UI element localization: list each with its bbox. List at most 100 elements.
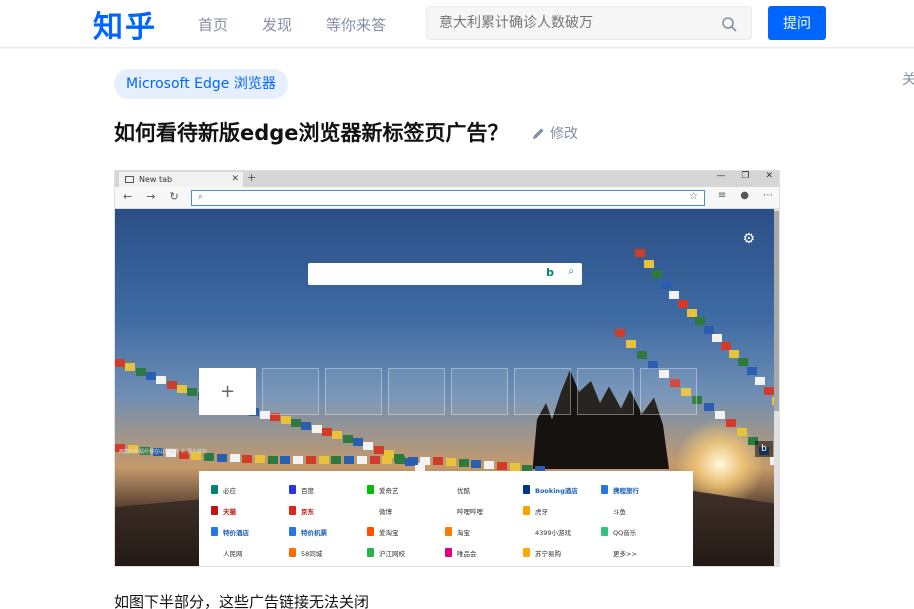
prayer-flag [458, 458, 469, 467]
ad-link-label: 哔哩哔哩 [457, 507, 483, 516]
ad-link-icon [367, 527, 374, 536]
prayer-flag [395, 456, 405, 465]
ad-links-grid: 必应 百度 爱奇艺 优酷 Booking酒店 携程旅行 天猫 京东 微博 哔哩哔哩 虎牙 斗鱼 特价酒店… [211, 479, 681, 563]
zhihu-logo[interactable]: 知乎 [93, 2, 157, 46]
edge-newtab-screenshot: New tab ✕ + — ❐ ✕ ← → ↻ ⌕ ☆ ≡ ● ⋯ ⚙ b ⌕ … [114, 170, 780, 567]
prayer-flag [301, 421, 312, 430]
ad-link-label: 必应 [223, 486, 236, 495]
prayer-flag [433, 457, 444, 466]
ad-link: 携程旅行 [601, 479, 679, 500]
prayer-flag [729, 349, 740, 358]
image-credit: 西藏的祈福经幡在山顶飘扬 © 图片版权 [119, 449, 208, 455]
prayer-flag [290, 419, 301, 428]
prayer-flag [146, 372, 157, 381]
ad-link: 更多>> [601, 542, 679, 563]
ad-link-label: 百度 [301, 486, 314, 495]
edit-label: 修改 [550, 126, 578, 142]
ad-link-icon [211, 485, 218, 494]
prayer-flag [635, 249, 645, 257]
ad-link: 天猫 [211, 500, 289, 521]
prayer-flag [305, 456, 316, 465]
quick-link-tiles: + [199, 368, 697, 415]
ad-link-icon [445, 485, 452, 494]
prayer-flag [615, 329, 625, 337]
search-input[interactable] [439, 15, 709, 31]
ad-link-icon [211, 548, 218, 557]
ad-link-label: 携程旅行 [613, 486, 639, 495]
ad-link: 特价机票 [289, 521, 367, 542]
ask-question-button[interactable]: 提问 [768, 6, 826, 40]
settings-gear-icon: ⚙ [742, 231, 755, 247]
ad-link-icon [445, 548, 452, 557]
prayer-flag [255, 455, 265, 464]
ad-link-label: 特价酒店 [223, 528, 249, 537]
question-page: Microsoft Edge 浏览器 关 如何看待新版edge浏览器新标签页广告… [0, 49, 914, 609]
prayer-flag [471, 459, 482, 468]
ad-link-icon [445, 527, 452, 536]
prayer-flag [356, 456, 367, 464]
ad-link-label: 虎牙 [535, 507, 548, 516]
prayer-flag [125, 363, 136, 372]
ad-link: 58同城 [289, 542, 367, 563]
ntp-scroll-thumb [774, 211, 779, 411]
restore-icon: ❐ [741, 171, 750, 181]
favorite-star-icon: ☆ [689, 191, 698, 202]
ad-link-icon [289, 506, 296, 515]
prayer-flag [703, 325, 714, 334]
prayer-flag [135, 367, 146, 376]
top-header: 知乎 首页 发现 等你来答 提问 [0, 0, 914, 48]
prayer-flag [660, 280, 671, 289]
ad-link: 爱奇艺 [367, 479, 445, 500]
ad-link-icon [211, 527, 218, 536]
prayer-flag [293, 456, 304, 464]
ad-link-label: 优酷 [457, 486, 470, 495]
prayer-flag [763, 386, 774, 395]
prayer-flag [484, 460, 495, 469]
ad-link-icon [367, 548, 374, 557]
prayer-flag [686, 308, 697, 317]
ad-link-icon [367, 506, 374, 515]
prayer-flag [332, 431, 343, 440]
prayer-flag [652, 270, 663, 279]
ad-link-icon [289, 485, 296, 494]
ad-link-icon [601, 548, 608, 557]
ad-link-label: 人民网 [223, 549, 243, 558]
prayer-flag [342, 434, 353, 443]
prayer-flag [626, 339, 637, 348]
search-icon[interactable] [721, 16, 737, 32]
back-icon: ← [123, 190, 133, 203]
prayer-flag [267, 455, 278, 464]
prayer-flag [509, 463, 520, 472]
ad-link: 淘宝 [445, 521, 523, 542]
ad-link-icon [601, 506, 608, 515]
browser-tab: New tab ✕ [119, 172, 243, 187]
ad-link: 斗鱼 [601, 500, 679, 521]
nav-home[interactable]: 首页 [198, 14, 228, 35]
prayer-flag [373, 445, 384, 454]
browser-nav-buttons: ← → ↻ [123, 190, 179, 203]
newtab-background-photo: ⚙ b ⌕ + 西藏的祈福经幡在山顶飘扬 © 图片版权 b 必应 百度 爱奇艺 优酷 B… [115, 209, 779, 566]
ad-link-icon [211, 506, 218, 515]
nav-waiting-answers[interactable]: 等你来答 [326, 14, 386, 35]
ad-link-label: QQ音乐 [613, 528, 637, 537]
profile-avatar-icon: ● [740, 190, 749, 201]
prayer-flag [712, 333, 723, 342]
more-menu-icon: ⋯ [763, 190, 773, 201]
prayer-flag [166, 380, 177, 389]
topic-tag[interactable]: Microsoft Edge 浏览器 [114, 69, 288, 99]
favorites-list-icon: ≡ [717, 190, 727, 201]
nav-discover[interactable]: 发现 [262, 14, 292, 35]
ad-link-label: 苏宁易购 [535, 549, 561, 558]
url-field: ⌕ ☆ [191, 190, 705, 206]
edit-question-button[interactable]: 修改 [532, 123, 578, 143]
ad-link: 虎牙 [523, 500, 601, 521]
side-follow-text[interactable]: 关 [902, 69, 914, 89]
url-search-icon: ⌕ [198, 192, 204, 202]
ad-link-icon [523, 506, 530, 515]
ad-link-label: 更多>> [613, 549, 637, 558]
ad-link-icon [523, 527, 530, 536]
ad-link-label: 斗鱼 [613, 507, 626, 516]
prayer-flag [229, 454, 240, 463]
ad-link-label: 天猫 [223, 507, 236, 516]
browser-tab-bar: New tab ✕ + — ❐ ✕ [115, 171, 779, 187]
